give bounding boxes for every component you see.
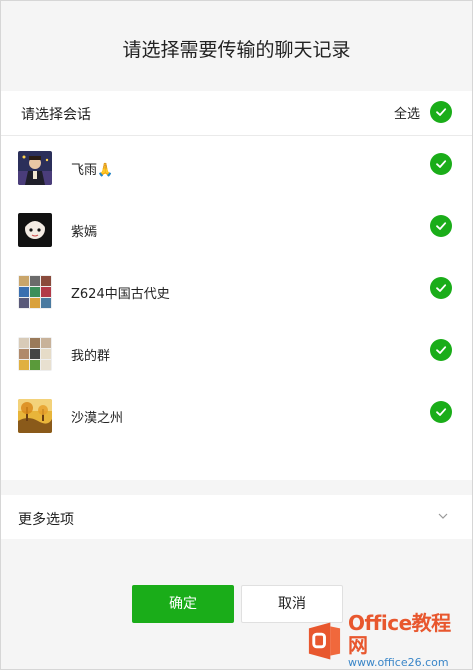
- conversation-item[interactable]: 飞雨🙏: [1, 136, 472, 198]
- watermark-url: www.office26.com: [347, 656, 449, 669]
- watermark-title: Office教程网: [347, 611, 451, 657]
- chevron-down-icon[interactable]: [438, 511, 448, 521]
- checkmark-icon[interactable]: [430, 153, 452, 175]
- avatar: [18, 275, 52, 309]
- conversation-list: 飞雨🙏 紫嫣 Z624中国古代史 我的群 沙漠之州: [1, 136, 472, 480]
- conversation-name: 我的群: [71, 349, 111, 364]
- office26-watermark: Office教程网 www.office26.com: [305, 612, 467, 669]
- conversation-name: 紫嫣: [71, 225, 98, 240]
- more-options-label: 更多选项: [18, 512, 74, 528]
- checkmark-icon[interactable]: [430, 277, 452, 299]
- conversation-item[interactable]: Z624中国古代史: [1, 260, 472, 322]
- select-all-label: 全选: [393, 106, 420, 122]
- dialog-title: 请选择需要传输的聊天记录: [122, 39, 351, 61]
- avatar: [18, 399, 52, 433]
- conversation-name: 沙漠之州: [71, 411, 124, 426]
- conversation-item[interactable]: 我的群: [1, 322, 472, 384]
- more-options-row[interactable]: 更多选项: [1, 495, 472, 539]
- transfer-dialog: 请选择需要传输的聊天记录 请选择会话 全选 飞雨🙏 紫嫣 Z624中国古代史 我…: [0, 0, 473, 670]
- select-all-toggle[interactable]: 全选: [394, 101, 452, 123]
- office-logo-icon: [308, 622, 341, 660]
- checkmark-icon[interactable]: [430, 339, 452, 361]
- conversation-name: 飞雨🙏: [71, 163, 114, 178]
- checkmark-icon[interactable]: [430, 215, 452, 237]
- conversation-item[interactable]: 紫嫣: [1, 198, 472, 260]
- avatar: [18, 213, 52, 247]
- avatar: [18, 151, 52, 185]
- select-conversations-header: 请选择会话 全选: [1, 91, 472, 136]
- conversation-name: Z624中国古代史: [71, 287, 170, 302]
- checkmark-icon[interactable]: [430, 401, 452, 423]
- conversation-item[interactable]: 沙漠之州: [1, 384, 472, 446]
- header-label: 请选择会话: [21, 107, 91, 123]
- confirm-button[interactable]: 确定: [132, 585, 234, 623]
- checkmark-icon[interactable]: [430, 101, 452, 123]
- avatar: [18, 337, 52, 371]
